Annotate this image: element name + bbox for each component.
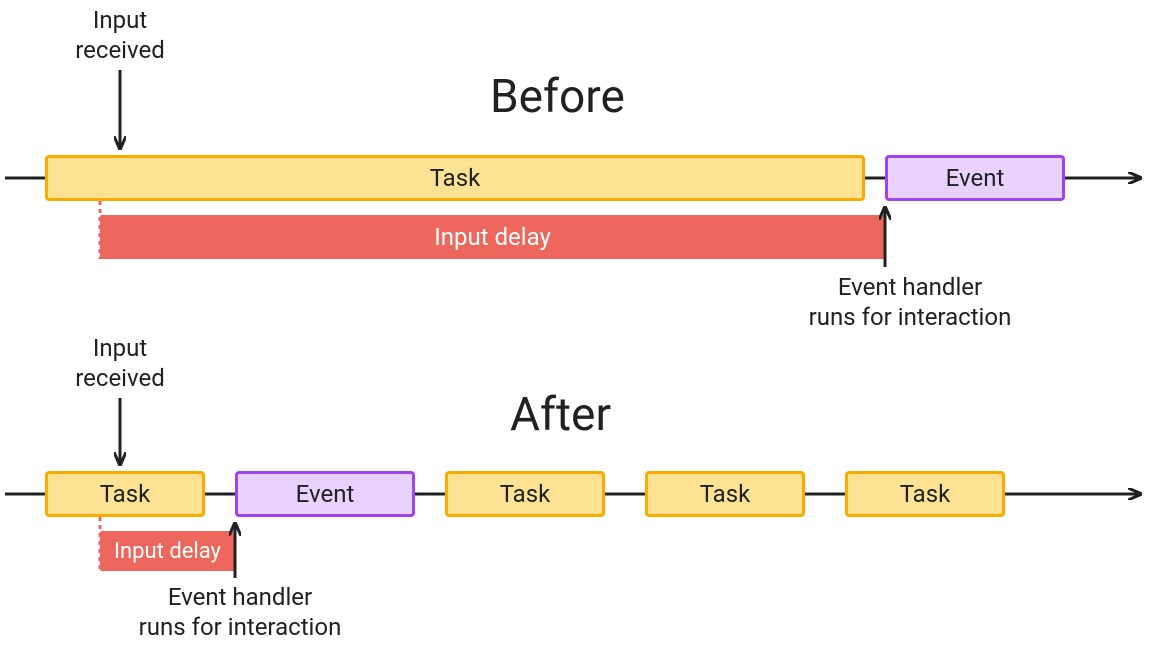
after-event-box: Event (235, 471, 415, 517)
before-task-label: Task (430, 164, 481, 192)
diagram-root: { "before": { "title": "Before", "input_… (0, 0, 1155, 647)
after-title: After (510, 388, 611, 442)
before-input-delay-box: Input delay (100, 215, 885, 259)
after-task-label-4: Task (900, 480, 951, 508)
after-input-received-label: Input received (60, 333, 180, 393)
after-handler-caption: Event handler runs for interaction (110, 582, 370, 642)
before-event-label: Event (946, 164, 1005, 192)
after-event-label: Event (296, 480, 355, 508)
before-handler-caption: Event handler runs for interaction (780, 272, 1040, 332)
after-task-label-2: Task (500, 480, 551, 508)
after-task-label-3: Task (700, 480, 751, 508)
after-input-delay-box: Input delay (100, 531, 235, 571)
before-input-received-label: Input received (60, 5, 180, 65)
after-task-box-3: Task (645, 471, 805, 517)
after-task-label-1: Task (100, 480, 151, 508)
before-title: Before (490, 70, 625, 124)
after-input-delay-label: Input delay (114, 539, 221, 564)
before-task-box: Task (45, 155, 865, 201)
before-event-box: Event (885, 155, 1065, 201)
before-input-delay-label: Input delay (434, 223, 551, 251)
after-task-box-2: Task (445, 471, 605, 517)
after-task-box-4: Task (845, 471, 1005, 517)
after-task-box-1: Task (45, 471, 205, 517)
